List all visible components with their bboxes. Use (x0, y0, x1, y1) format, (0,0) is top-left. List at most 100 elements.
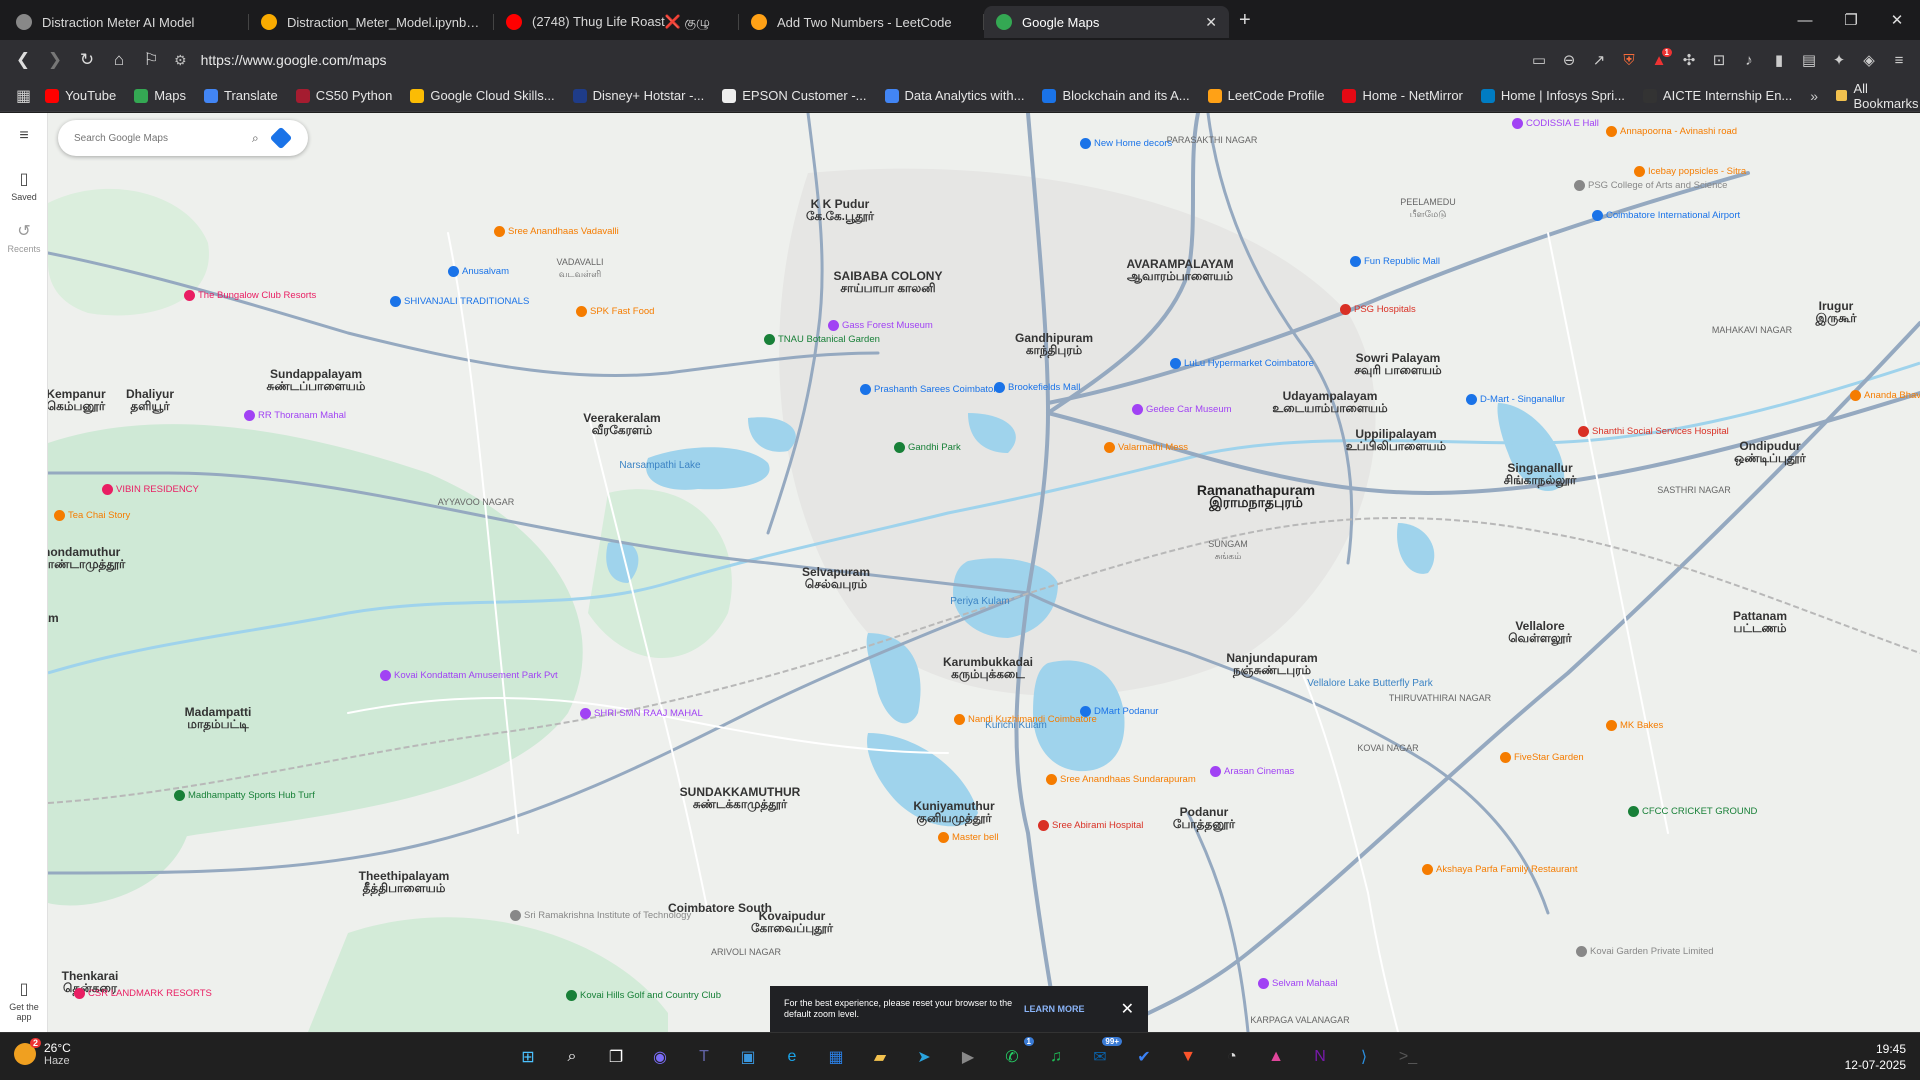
browser-tab[interactable]: Distraction_Meter_Model.ipynb - Col (249, 6, 494, 38)
bookmark-item[interactable]: Home | Infosys Spri... (1480, 88, 1625, 103)
bookmark-item[interactable]: Data Analytics with... (884, 88, 1024, 103)
poi-marker[interactable]: Icebay popsicles - Sitra (1634, 166, 1746, 177)
poi-marker[interactable]: Anusalvam (448, 266, 509, 277)
bookmark-item[interactable]: Home - NetMirror (1342, 88, 1463, 103)
forward-button[interactable]: ❯ (40, 45, 70, 75)
poi-marker[interactable]: Tea Chai Story (54, 510, 130, 521)
saved-button[interactable]: ▯ Saved (0, 169, 48, 202)
sidebar-icon[interactable]: ▮ (1764, 51, 1794, 69)
poi-marker[interactable]: CSR LANDMARK RESORTS (74, 988, 212, 999)
whatsapp-icon[interactable]: ✆ 1 (996, 1037, 1034, 1073)
place-label[interactable]: Irugur இருகூர் (1815, 300, 1856, 324)
bookmark-item[interactable]: Maps (134, 88, 186, 103)
poi-marker[interactable]: Brookefields Mall (994, 382, 1080, 393)
weather-widget[interactable]: 2 26°C Haze (14, 1038, 71, 1067)
place-label[interactable]: Theethipalayam தீத்திபாளையம் (359, 870, 450, 894)
place-label[interactable]: Uppilipalayam உப்பிலிபாளையம் (1346, 428, 1446, 452)
browser-tab[interactable]: Distraction Meter AI Model (4, 6, 249, 38)
browser-tab[interactable]: (2748) Thug Life Roast❌ குழு (494, 6, 739, 38)
extensions-icon[interactable]: ✣ (1674, 51, 1704, 69)
poi-marker[interactable]: RR Thoranam Mahal (244, 410, 346, 421)
water-label[interactable]: Narsampathi Lake (619, 460, 700, 472)
media-player-icon[interactable]: ▶ (952, 1041, 984, 1073)
bookmark-item[interactable]: Disney+ Hotstar -... (572, 88, 704, 103)
poi-marker[interactable]: PSG Hospitals (1340, 304, 1416, 315)
place-label[interactable]: Podanur போத்தனூர் (1173, 806, 1235, 830)
wallet-icon[interactable]: ▤ (1794, 51, 1824, 69)
share-icon[interactable]: ↗ (1584, 51, 1614, 69)
close-tab-icon[interactable]: ✕ (1205, 14, 1217, 31)
bookmark-item[interactable]: Translate (204, 88, 278, 103)
close-icon[interactable]: ✕ (1121, 999, 1134, 1019)
reload-button[interactable]: ↻ (72, 45, 102, 75)
media-icon[interactable]: ♪ (1734, 52, 1764, 69)
place-label[interactable]: AYYAVOO NAGAR (438, 496, 515, 508)
site-settings-icon[interactable]: ⚙ (174, 52, 187, 69)
task-view-icon[interactable]: ❐ (600, 1041, 632, 1073)
poi-marker[interactable]: Valarmathi Mess (1104, 442, 1188, 453)
more-bookmarks-icon[interactable]: » (1810, 88, 1818, 104)
place-label[interactable]: PEELAMEDU பீளமேடு (1400, 196, 1456, 220)
apps-grid-icon[interactable]: ▦ (16, 86, 31, 106)
terminal-icon[interactable]: >_ (1392, 1041, 1424, 1073)
search-icon[interactable]: ⌕ (556, 1041, 588, 1073)
place-label[interactable]: K K Pudur கே.கே.பூதூர் (806, 198, 874, 222)
poi-marker[interactable]: Arasan Cinemas (1210, 766, 1294, 777)
todo-icon[interactable]: ✔ (1128, 1041, 1160, 1073)
file-explorer-icon[interactable]: ▰ (864, 1041, 896, 1073)
place-label[interactable]: Singanallur சிங்காநல்லூர் (1504, 462, 1576, 486)
bookmark-item[interactable]: CS50 Python (295, 88, 392, 103)
poi-marker[interactable]: Kovai Hills Golf and Country Club (566, 990, 721, 1001)
home-button[interactable]: ⌂ (104, 45, 134, 75)
brave-rewards-icon[interactable]: ▲ 1 (1644, 47, 1674, 69)
screenshot-icon[interactable]: ⊡ (1704, 51, 1734, 69)
poi-marker[interactable]: SHRI SMN RAAJ MAHAL (580, 708, 703, 719)
zoom-icon[interactable]: ⊖ (1554, 51, 1584, 69)
place-label[interactable]: Nanjundapuram நஞ்சுண்டபுரம் (1226, 652, 1317, 676)
water-label[interactable]: Vellalore Lake Butterfly Park (1307, 678, 1433, 690)
teams-icon[interactable]: T (688, 1041, 720, 1073)
poi-marker[interactable]: Master bell (938, 832, 998, 843)
poi-marker[interactable]: Madhampatty Sports Hub Turf (174, 790, 315, 801)
poi-marker[interactable]: LuLu Hypermarket Coimbatore (1170, 358, 1314, 369)
poi-marker[interactable]: VIBIN RESIDENCY (102, 484, 199, 495)
poi-marker[interactable]: The Bungalow Club Resorts (184, 290, 316, 301)
poi-marker[interactable]: MK Bakes (1606, 720, 1663, 731)
telegram-icon[interactable]: ➤ (908, 1041, 940, 1073)
poi-marker[interactable]: Gass Forest Museum (828, 320, 933, 331)
copilot-icon[interactable]: ◉ (644, 1041, 676, 1073)
url-bar[interactable]: ⚙ https://www.google.com/maps (174, 44, 1444, 76)
place-label[interactable]: Gandhipuram காந்திபுரம் (1015, 332, 1093, 356)
bookmark-item[interactable]: Blockchain and its A... (1042, 88, 1190, 103)
windows-start-icon[interactable]: ⊞ (512, 1041, 544, 1073)
affinity-icon[interactable]: ▲ (1260, 1041, 1292, 1073)
clock-app-icon[interactable]: ◔ (1216, 1041, 1248, 1073)
directions-icon[interactable] (269, 126, 293, 150)
place-label[interactable]: KOVAI NAGAR (1357, 742, 1418, 754)
all-bookmarks-button[interactable]: All Bookmarks (1836, 81, 1920, 111)
poi-marker[interactable]: Shanthi Social Services Hospital (1578, 426, 1729, 437)
poi-marker[interactable]: CFCC CRICKET GROUND (1628, 806, 1757, 817)
cast-icon[interactable]: ▭ (1524, 51, 1554, 69)
poi-marker[interactable]: CODISSIA E Hall (1512, 118, 1599, 129)
place-label[interactable]: Kuniyamuthur குனியமுத்தூர் (913, 800, 994, 824)
poi-marker[interactable]: Ananda Bhavan (1850, 390, 1920, 401)
place-label[interactable]: Selvapuram செல்வபுரம் (802, 566, 870, 590)
place-label[interactable]: SUNGAM சுங்கம் (1208, 538, 1248, 562)
place-label[interactable]: Madampatti மாதம்பட்டி (185, 706, 252, 730)
poi-marker[interactable]: SPK Fast Food (576, 306, 654, 317)
place-label[interactable]: VADAVALLI வடவள்ளி (556, 256, 603, 280)
onenote-icon[interactable]: N (1304, 1041, 1336, 1073)
edge-icon[interactable]: e (776, 1041, 808, 1073)
poi-marker[interactable]: Fun Republic Mall (1350, 256, 1440, 267)
poi-marker[interactable]: New Home decors (1080, 138, 1172, 149)
place-label[interactable]: Thondamuthurதொண்டாமுத்தூர் (48, 546, 125, 570)
poi-marker[interactable]: Kovai Kondattam Amusement Park Pvt (380, 670, 558, 681)
minimize-button[interactable]: — (1782, 0, 1828, 40)
spotify-icon[interactable]: ♫ (1040, 1041, 1072, 1073)
poi-marker[interactable]: SHIVANJALI TRADITIONALS (390, 296, 529, 307)
poi-marker[interactable]: Selvam Mahaal (1258, 978, 1337, 989)
vscode-icon[interactable]: ⟩ (1348, 1041, 1380, 1073)
back-button[interactable]: ❮ (8, 45, 38, 75)
mail-icon[interactable]: ✉ 99+ (1084, 1037, 1122, 1073)
